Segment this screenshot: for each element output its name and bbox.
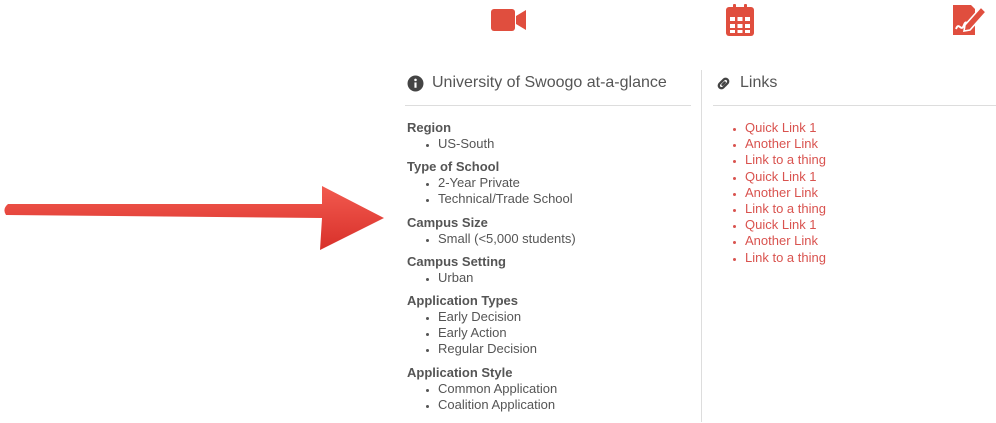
signature-icon[interactable] [951,3,987,37]
arrow-pointer-icon [4,186,385,250]
link-item: Link to a thing [745,250,996,266]
glance-header: University of Swoogo at-a-glance [405,70,691,96]
link-quick-link-1[interactable]: Quick Link 1 [745,120,817,135]
link-to-a-thing[interactable]: Link to a thing [745,250,826,265]
section-region: Region US-South [407,120,691,152]
section-title: Region [407,120,452,135]
list-item: Early Action [438,325,691,341]
link-another-link[interactable]: Another Link [745,136,818,151]
section-application-types: Application Types Early Decision Early A… [407,293,691,358]
link-item: Quick Link 1 [745,217,996,233]
link-item: Quick Link 1 [745,120,996,136]
column-divider [701,70,702,422]
section-title: Campus Size [407,214,488,230]
calendar-icon[interactable] [724,3,756,37]
link-item: Link to a thing [745,152,996,168]
link-item: Another Link [745,185,996,201]
list-item: Regular Decision [438,341,691,357]
link-quick-link-1[interactable]: Quick Link 1 [745,217,817,232]
links-title: Links [740,74,778,91]
link-another-link[interactable]: Another Link [745,233,818,248]
list-item: Common Application [438,381,691,397]
list-item: US-South [438,136,691,152]
link-to-a-thing[interactable]: Link to a thing [745,152,826,167]
links-header: Links [713,70,996,96]
links-list: Quick Link 1 Another Link Link to a thin… [713,120,996,266]
links-divider [713,105,996,106]
glance-panel: University of Swoogo at-a-glance Region … [405,70,691,420]
link-item: Another Link [745,233,996,249]
link-item: Quick Link 1 [745,169,996,185]
link-quick-link-1[interactable]: Quick Link 1 [745,169,817,184]
list-item: Urban [438,270,691,286]
section-type-of-school: Type of School 2-Year Private Technical/… [407,159,691,207]
links-panel: Links Quick Link 1 Another Link Link to … [713,70,996,266]
list-item: Coalition Application [438,397,691,413]
link-to-a-thing[interactable]: Link to a thing [745,201,826,216]
link-item: Another Link [745,136,996,152]
section-title: Type of School [407,159,500,175]
glance-sections: Region US-South Type of School 2-Year Pr… [405,120,691,413]
info-circle-icon [407,75,424,91]
section-campus-setting: Campus Setting Urban [407,254,691,286]
section-campus-size: Campus Size Small (<5,000 students) [407,215,691,247]
section-title: Campus Setting [407,253,506,269]
glance-divider [405,105,691,106]
list-item: Technical/Trade School [438,191,691,207]
video-camera-icon[interactable] [490,3,528,37]
list-item: Small (<5,000 students) [438,231,691,247]
list-item: 2-Year Private [438,175,691,191]
link-item: Link to a thing [745,201,996,217]
section-title: Application Types [407,293,518,309]
glance-title: University of Swoogo at-a-glance [432,74,667,91]
section-application-style: Application Style Common Application Coa… [407,365,691,413]
list-item: Early Decision [438,309,691,325]
link-another-link[interactable]: Another Link [745,185,818,200]
link-icon [717,77,730,89]
section-title: Application Style [407,364,513,380]
